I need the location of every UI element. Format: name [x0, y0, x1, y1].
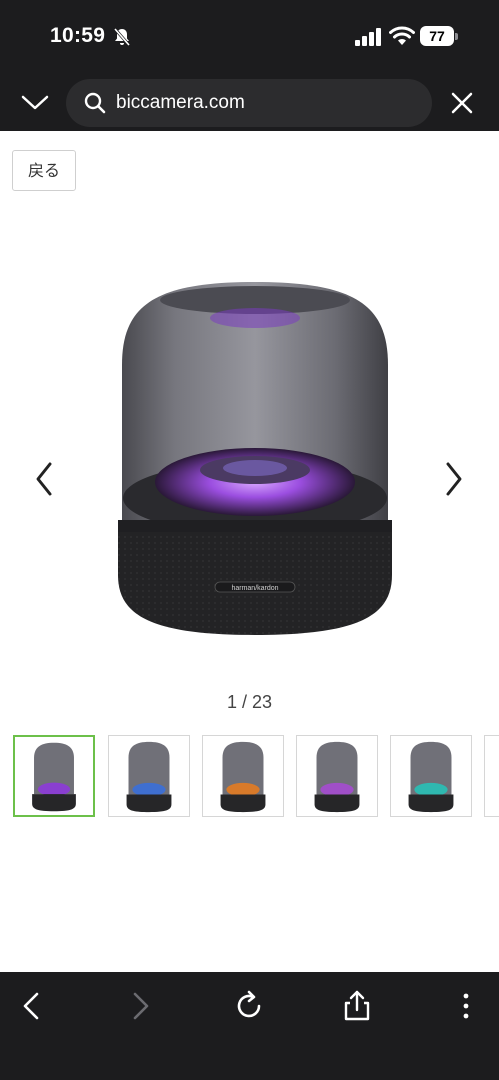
thumbnail-image	[32, 742, 76, 812]
share-icon[interactable]	[339, 988, 375, 1024]
browser-chrome: 10:59 77 biccamera.com	[0, 0, 499, 131]
thumbnail-strip	[13, 735, 499, 817]
back-arrow-icon[interactable]	[14, 988, 50, 1024]
forward-arrow-icon[interactable]	[122, 988, 158, 1024]
thumbnail-6-partial[interactable]	[484, 735, 499, 817]
chevron-left-icon[interactable]	[30, 458, 58, 500]
bell-slash-icon	[113, 28, 131, 46]
thumbnail-image	[220, 741, 266, 813]
search-icon	[84, 92, 106, 114]
wifi-icon	[389, 26, 415, 45]
product-main-image[interactable]: harman/kardon	[110, 270, 400, 660]
thumbnail-image	[314, 741, 360, 813]
thumbnail-image	[408, 741, 454, 813]
thumbnail-4[interactable]	[296, 735, 378, 817]
thumbnail-3[interactable]	[202, 735, 284, 817]
thumbnail-2[interactable]	[108, 735, 190, 817]
close-icon[interactable]	[449, 90, 475, 116]
url-text[interactable]: biccamera.com	[116, 92, 245, 114]
reload-icon[interactable]	[231, 988, 267, 1024]
address-row: biccamera.com	[0, 76, 499, 130]
chevron-down-icon[interactable]	[20, 90, 50, 114]
status-bar: 10:59 77	[0, 0, 499, 70]
battery-indicator: 77	[420, 26, 458, 46]
back-button[interactable]: 戻る	[12, 150, 76, 191]
bottom-toolbar	[0, 972, 499, 1080]
address-bar[interactable]: biccamera.com	[66, 79, 432, 127]
thumbnail-image	[126, 741, 172, 813]
speaker-brand-label: harman/kardon	[231, 585, 278, 592]
image-counter: 1 / 23	[226, 692, 273, 712]
chevron-right-icon[interactable]	[440, 458, 468, 500]
status-time: 10:59	[50, 24, 106, 47]
thumbnail-5[interactable]	[390, 735, 472, 817]
cellular-signal-icon	[355, 28, 381, 46]
battery-tip	[455, 33, 458, 40]
battery-level: 77	[420, 26, 454, 46]
thumbnail-1[interactable]	[13, 735, 95, 817]
more-vertical-icon[interactable]	[448, 988, 484, 1024]
